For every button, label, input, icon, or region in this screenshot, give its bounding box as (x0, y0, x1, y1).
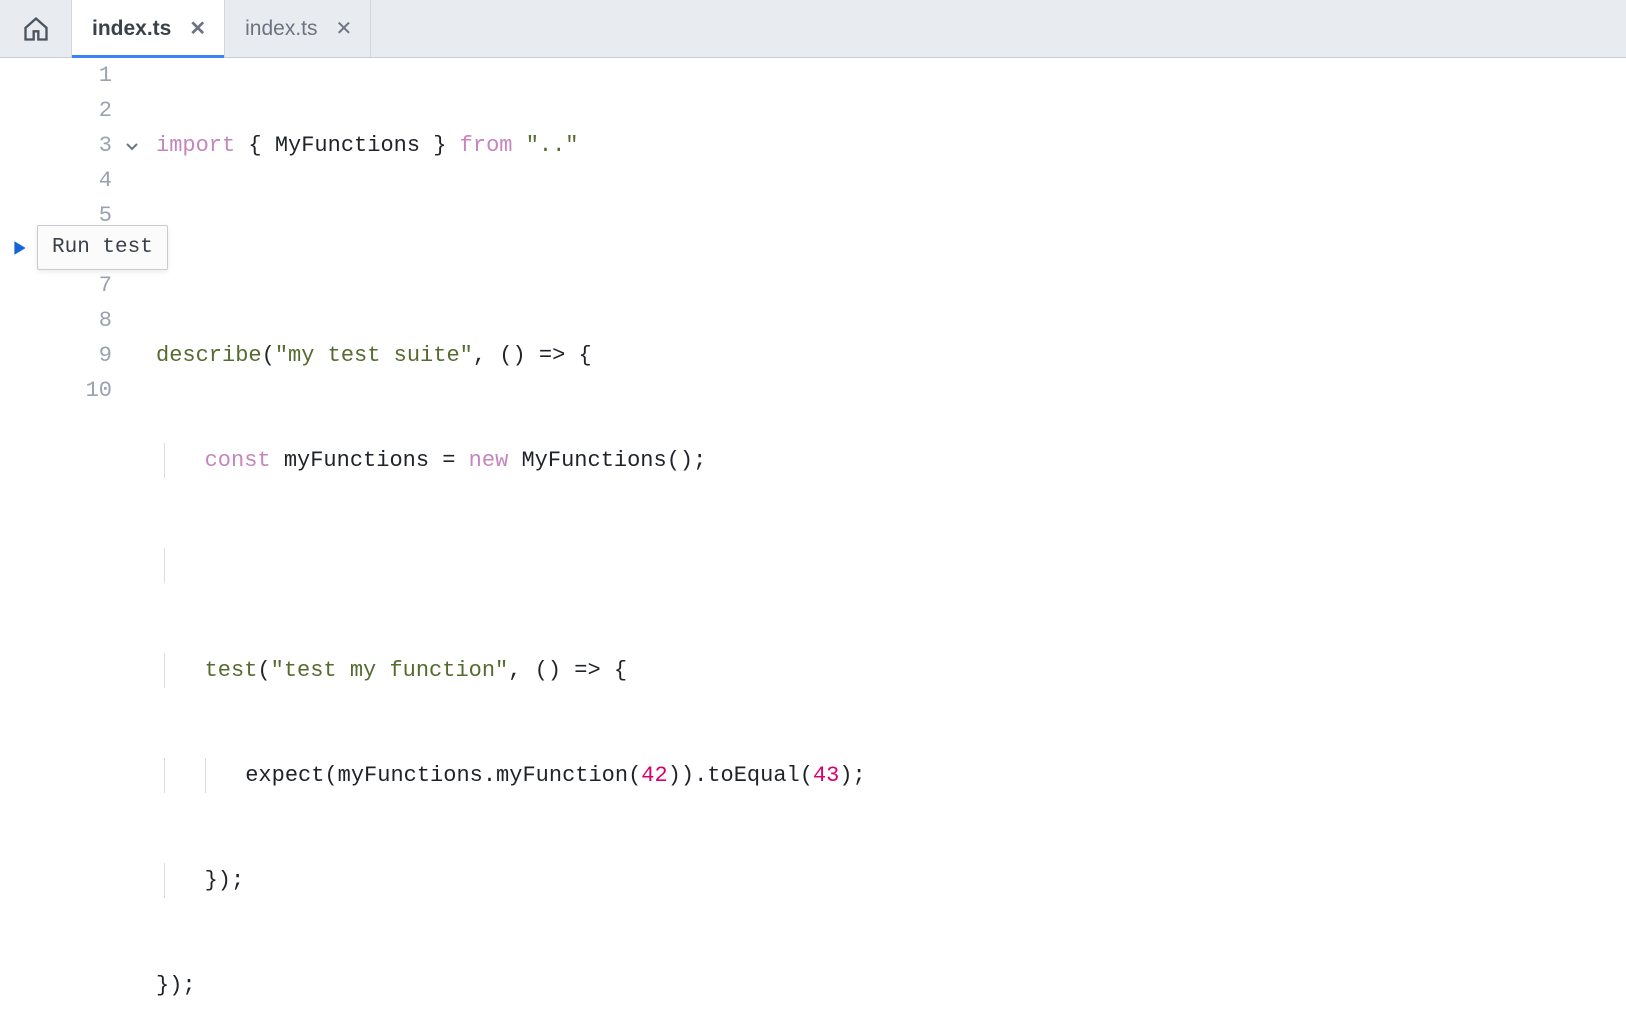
close-icon[interactable]: ✕ (334, 17, 355, 41)
home-icon (22, 15, 50, 43)
code-line: const myFunctions = new MyFunctions(); (156, 443, 1626, 478)
code-line (156, 548, 1626, 583)
code-line: }); (156, 863, 1626, 898)
close-icon[interactable]: ✕ (187, 17, 208, 41)
play-icon[interactable] (11, 239, 29, 257)
code-line (156, 233, 1626, 268)
line-number: 7 (0, 268, 112, 303)
fold-chevron-icon[interactable] (124, 138, 140, 154)
run-test-tooltip: Run test (37, 225, 168, 270)
line-number: 4 (0, 163, 112, 198)
line-number: 8 (0, 303, 112, 338)
tab-bar: index.ts ✕ index.ts ✕ (0, 0, 1626, 58)
code-line: import { MyFunctions } from ".." (156, 128, 1626, 163)
home-button[interactable] (0, 0, 72, 57)
line-number: 10 (0, 373, 112, 408)
code-line: expect(myFunctions.myFunction(42)).toEqu… (156, 758, 1626, 793)
gutter: 1 2 3 4 5 6 7 8 9 10 (0, 58, 150, 1024)
line-number: 3 (0, 128, 112, 163)
run-test-gutter[interactable]: Run test (11, 225, 168, 270)
line-number: 9 (0, 338, 112, 373)
line-number: 1 (0, 58, 112, 93)
code-line: }); (156, 968, 1626, 1003)
code-area[interactable]: import { MyFunctions } from ".." describ… (150, 58, 1626, 1024)
tab-inactive-label: index.ts (245, 17, 317, 41)
tab-inactive[interactable]: index.ts ✕ (225, 0, 371, 57)
tab-active[interactable]: index.ts ✕ (72, 0, 225, 57)
code-line: describe("my test suite", () => { (156, 338, 1626, 373)
code-editor[interactable]: 1 2 3 4 5 6 7 8 9 10 import { MyFunction… (0, 58, 1626, 1024)
code-line: test("test my function", () => { (156, 653, 1626, 688)
line-number: 2 (0, 93, 112, 128)
tab-active-label: index.ts (92, 17, 171, 41)
